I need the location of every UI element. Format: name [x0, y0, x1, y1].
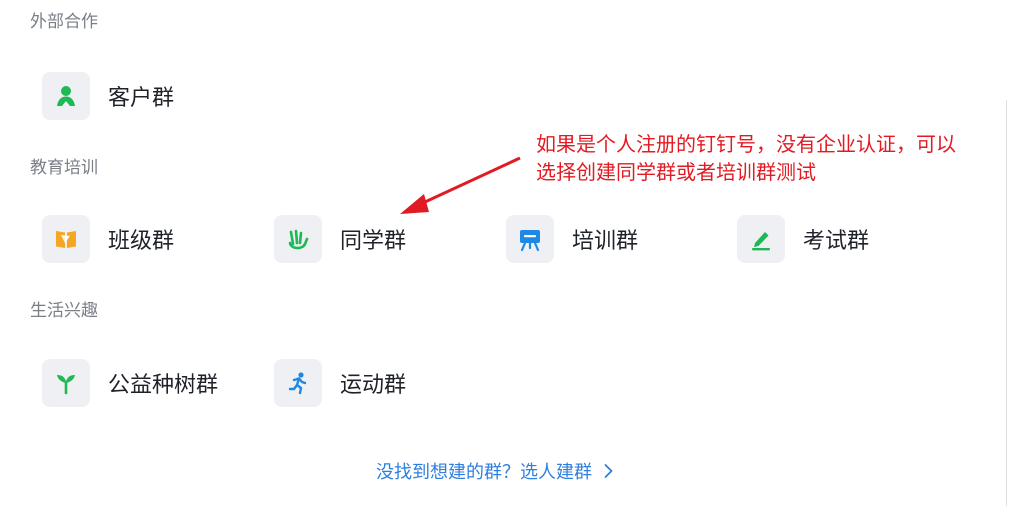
- chevron-right-icon: [604, 464, 613, 478]
- annotation-note: 如果是个人注册的钉钉号，没有企业认证，可以 选择创建同学群或者培训群测试: [536, 130, 1006, 186]
- section-title-external: 外部合作: [30, 12, 98, 32]
- group-type-label: 客户群: [108, 86, 175, 111]
- group-type-training[interactable]: 培训群: [506, 215, 638, 263]
- footer-link-text: 没找到想建的群？选人建群: [376, 462, 592, 483]
- group-type-customer[interactable]: 客户群: [42, 72, 174, 120]
- annotation-line: 选择创建同学群或者培训群测试: [536, 160, 816, 184]
- training-board-icon: [506, 215, 554, 263]
- select-people-create-group-link[interactable]: 没找到想建的群？选人建群: [376, 458, 613, 484]
- exam-pen-icon: [737, 215, 785, 263]
- group-type-classmate[interactable]: 同学群: [274, 215, 406, 263]
- group-type-label: 同学群: [340, 229, 407, 254]
- group-type-label: 公益种树群: [108, 373, 219, 398]
- group-type-tree-planting[interactable]: 公益种树群: [42, 359, 218, 407]
- section-title-education: 教育培训: [30, 158, 98, 178]
- customer-group-icon: [42, 72, 90, 120]
- scroll-edge: [1006, 100, 1007, 506]
- classmate-hand-icon: [274, 215, 322, 263]
- group-type-label: 考试群: [803, 229, 870, 254]
- group-type-sports[interactable]: 运动群: [274, 359, 406, 407]
- group-type-label: 班级群: [108, 229, 175, 254]
- group-type-label: 运动群: [340, 373, 407, 398]
- section-title-life: 生活兴趣: [30, 301, 98, 321]
- group-type-exam[interactable]: 考试群: [737, 215, 869, 263]
- annotation-line: 如果是个人注册的钉钉号，没有企业认证，可以: [536, 132, 956, 156]
- runner-icon: [274, 359, 322, 407]
- class-book-icon: [42, 215, 90, 263]
- sprout-icon: [42, 359, 90, 407]
- group-type-label: 培训群: [572, 229, 639, 254]
- group-type-class[interactable]: 班级群: [42, 215, 174, 263]
